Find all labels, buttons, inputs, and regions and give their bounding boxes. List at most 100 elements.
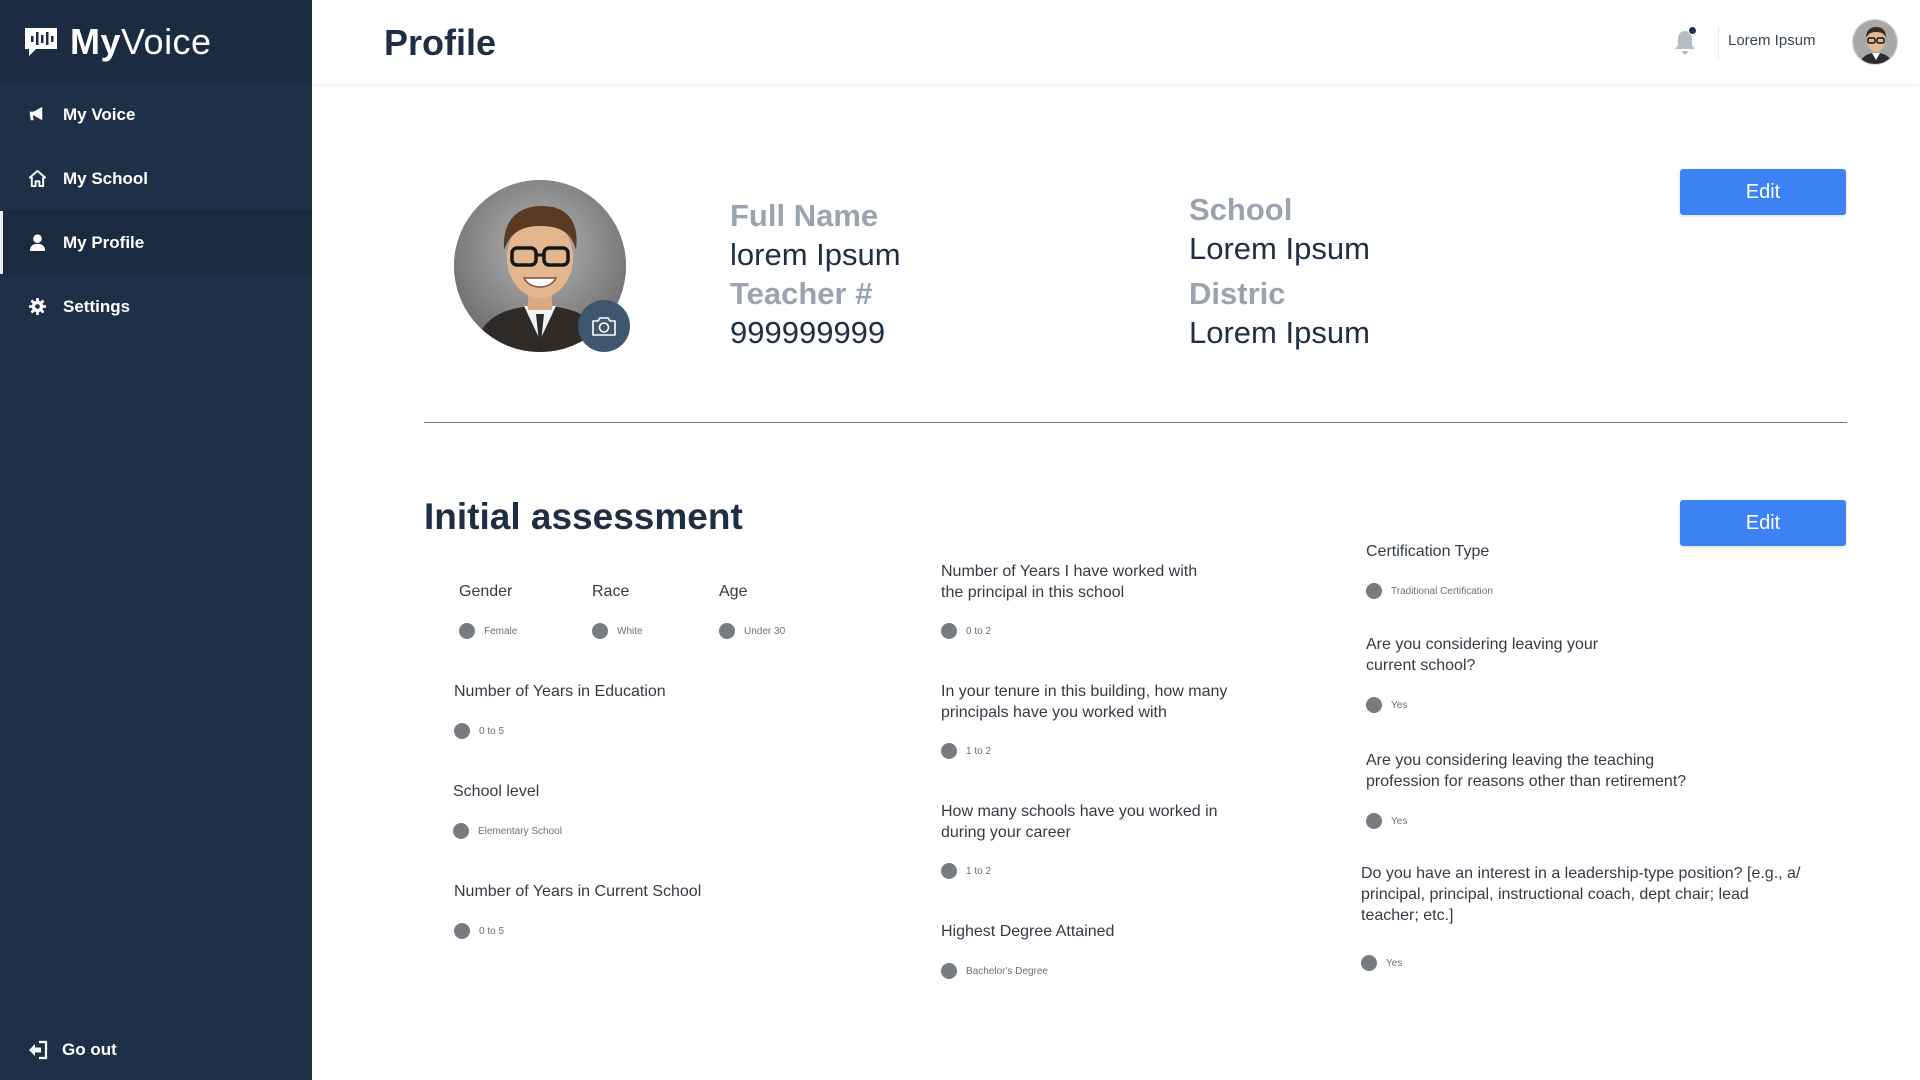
- answer-text: White: [617, 625, 643, 637]
- question-line: Are you considering leaving the teaching: [1366, 752, 1655, 769]
- radio-dot: [941, 963, 957, 979]
- avatar[interactable]: [1852, 19, 1898, 65]
- years-with-principal-answer: 0 to 2: [941, 623, 991, 639]
- gender-question: Gender: [459, 583, 513, 600]
- sidebar-item-label: My Voice: [63, 104, 136, 124]
- answer-text: Yes: [1391, 815, 1408, 827]
- question-line: teacher; etc.]: [1361, 907, 1454, 924]
- notification-dot: [1688, 26, 1697, 35]
- teacher-number-value: 999999999: [730, 315, 886, 350]
- radio-dot: [454, 723, 470, 739]
- answer-text: 0 to 2: [966, 625, 992, 637]
- leaving-school-question: Are you considering leaving your current …: [1366, 634, 1598, 676]
- race-question: Race: [592, 583, 630, 600]
- radio-dot: [1366, 583, 1382, 599]
- years-with-principal-question: Number of Years I have worked with the pr…: [941, 561, 1197, 603]
- radio-dot: [941, 863, 957, 879]
- answer-text: 0 to 5: [479, 925, 505, 937]
- sidebar-item-my-school[interactable]: My School: [0, 147, 312, 211]
- question-line: during your career: [941, 824, 1071, 841]
- sidebar-item-my-profile[interactable]: My Profile: [0, 211, 312, 275]
- school-level-answer: Elementary School: [453, 823, 562, 839]
- question-line: Number of Years I have worked with: [941, 563, 1198, 580]
- highest-degree-answer: Bachelor's Degree: [941, 963, 1048, 979]
- avatar-photo: [1853, 20, 1897, 64]
- answer-text: Female: [484, 625, 518, 637]
- question-line: profession for reasons other than retire…: [1366, 773, 1687, 790]
- principals-count-answer: 1 to 2: [941, 743, 991, 759]
- district-value: Lorem Ipsum: [1189, 315, 1370, 350]
- top-header: Profile Lorem Ipsum: [312, 0, 1920, 84]
- school-level-question: School level: [453, 783, 540, 800]
- radio-dot: [592, 623, 608, 639]
- question-line: principals have you worked with: [941, 704, 1167, 721]
- gender-answer: Female: [459, 623, 517, 639]
- logout-icon: [29, 1040, 48, 1060]
- page-title: Profile: [384, 22, 497, 63]
- edit-profile-button[interactable]: Edit: [1680, 169, 1846, 215]
- leaving-profession-question: Are you considering leaving the teaching…: [1366, 750, 1686, 792]
- megaphone-icon: [29, 106, 43, 121]
- district-label: Distric: [1189, 276, 1286, 311]
- question-line: the principal in this school: [941, 584, 1125, 601]
- header-user-name[interactable]: Lorem Ipsum: [1728, 32, 1816, 49]
- school-label: School: [1189, 192, 1293, 227]
- sidebar-nav: My Voice My School My Profile Settings: [0, 83, 312, 339]
- race-answer: White: [592, 623, 643, 639]
- radio-dot: [941, 623, 957, 639]
- age-question: Age: [719, 583, 748, 600]
- answer-text: 0 to 5: [479, 725, 505, 737]
- sidebar: MyVoice My Voice My School My Profile Se…: [0, 0, 312, 1080]
- sidebar-item-label: My School: [63, 168, 149, 188]
- question-line: current school?: [1366, 657, 1476, 674]
- answer-text: Under 30: [744, 625, 786, 637]
- radio-dot: [1366, 813, 1382, 829]
- assessment-title: Initial assessment: [424, 496, 743, 537]
- question-line: In your tenure in this building, how man…: [941, 683, 1228, 700]
- section-divider: [424, 422, 1847, 423]
- sidebar-item-label: Settings: [63, 296, 131, 316]
- leadership-question: Do you have an interest in a leadership-…: [1361, 863, 1800, 926]
- answer-text: Traditional Certification: [1391, 585, 1493, 597]
- radio-dot: [454, 923, 470, 939]
- leaving-school-answer: Yes: [1366, 697, 1407, 713]
- change-photo-button[interactable]: [578, 300, 630, 352]
- full-name-value: lorem Ipsum: [730, 237, 901, 272]
- gear-icon: [28, 297, 47, 316]
- answer-text: 1 to 2: [966, 745, 992, 757]
- radio-dot: [941, 743, 957, 759]
- radio-dot: [1366, 697, 1382, 713]
- age-answer: Under 30: [719, 623, 785, 639]
- sidebar-item-settings[interactable]: Settings: [0, 275, 312, 339]
- question-line: Do you have an interest in a leadership-…: [1361, 865, 1801, 882]
- question-line: How many schools have you worked in: [941, 803, 1218, 820]
- years-education-answer: 0 to 5: [454, 723, 504, 739]
- years-current-school-answer: 0 to 5: [454, 923, 504, 939]
- header-divider: [1718, 26, 1719, 58]
- schools-count-answer: 1 to 2: [941, 863, 991, 879]
- radio-dot: [719, 623, 735, 639]
- sidebar-item-my-voice[interactable]: My Voice: [0, 83, 312, 147]
- answer-text: Yes: [1391, 699, 1408, 711]
- principals-count-question: In your tenure in this building, how man…: [941, 681, 1227, 723]
- certification-answer: Traditional Certification: [1366, 583, 1493, 599]
- user-icon: [29, 234, 46, 252]
- voice-logo-icon: [25, 27, 57, 56]
- radio-dot: [459, 623, 475, 639]
- answer-text: Bachelor's Degree: [966, 965, 1048, 977]
- question-line: Are you considering leaving your: [1366, 636, 1599, 653]
- go-out-button[interactable]: Go out: [28, 1040, 117, 1060]
- edit-assessment-button[interactable]: Edit: [1680, 500, 1846, 546]
- home-icon: [28, 169, 47, 188]
- certification-question: Certification Type: [1366, 543, 1490, 560]
- leadership-answer: Yes: [1361, 955, 1402, 971]
- teacher-number-label: Teacher #: [730, 276, 873, 311]
- answer-text: Elementary School: [478, 825, 562, 837]
- years-current-school-question: Number of Years in Current School: [454, 883, 702, 900]
- radio-dot: [453, 823, 469, 839]
- answer-text: 1 to 2: [966, 865, 992, 877]
- brand-logo[interactable]: MyVoice: [0, 0, 312, 83]
- years-education-question: Number of Years in Education: [454, 683, 666, 700]
- camera-icon: [592, 317, 616, 336]
- schools-count-question: How many schools have you worked in durin…: [941, 801, 1218, 843]
